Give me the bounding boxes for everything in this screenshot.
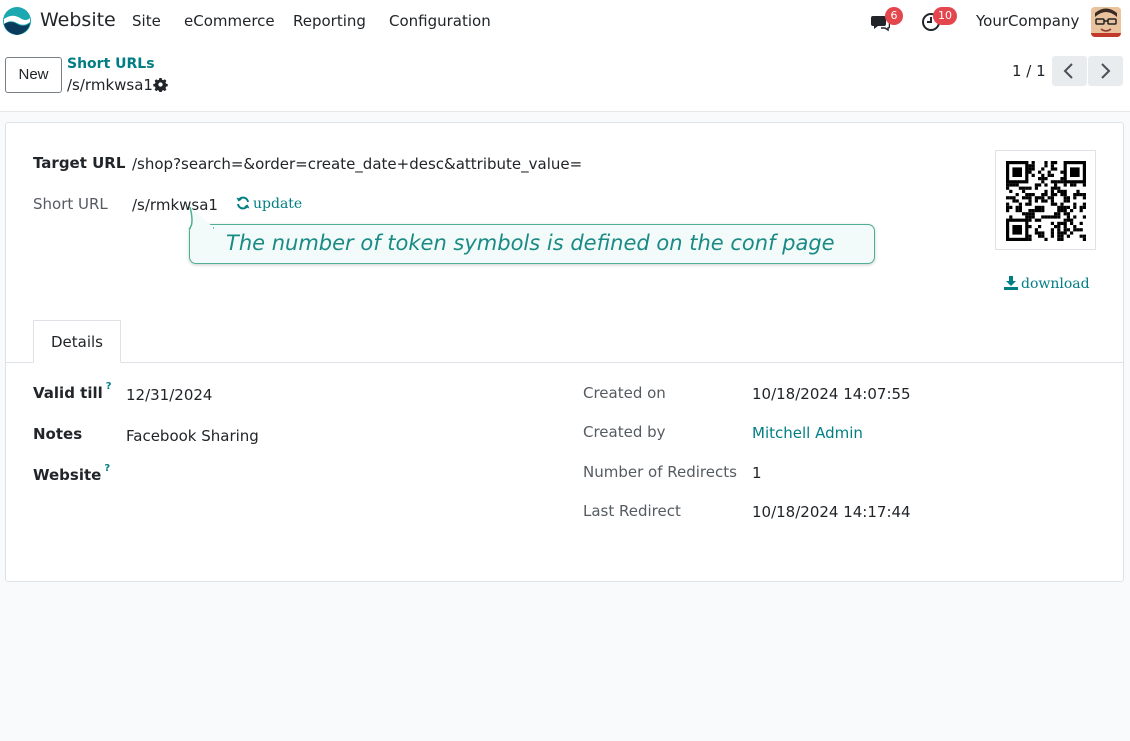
redirects-value: 1	[752, 464, 762, 482]
top-navbar: Website Site eCommerce Reporting Configu…	[0, 0, 1130, 42]
website-label: Website?	[33, 463, 110, 484]
pager-previous-button[interactable]	[1052, 56, 1087, 86]
short-url-label: Short URL	[33, 195, 108, 213]
created-by-label: Created by	[583, 423, 666, 441]
website-app-icon[interactable]	[2, 6, 32, 36]
valid-till-label-text: Valid till	[33, 384, 103, 402]
messages-badge: 6	[885, 7, 903, 25]
chevron-left-icon	[1063, 63, 1073, 79]
download-icon	[1004, 276, 1018, 290]
redirects-label: Number of Redirects	[583, 463, 737, 481]
activities-badge: 10	[933, 7, 957, 25]
user-avatar[interactable]	[1091, 7, 1121, 37]
notes-field[interactable]: Facebook Sharing	[126, 427, 259, 445]
tabs-divider	[6, 362, 1123, 363]
company-switcher[interactable]: YourCompany	[976, 12, 1079, 30]
update-link[interactable]: update	[236, 196, 302, 212]
menu-reporting[interactable]: Reporting	[293, 12, 366, 30]
last-redirect-label: Last Redirect	[583, 502, 681, 520]
form-sheet: Target URL /shop?search=&order=create_da…	[5, 122, 1124, 582]
tooltip-text: The number of token symbols is defined o…	[226, 231, 835, 255]
menu-site[interactable]: Site	[132, 12, 161, 30]
gear-icon[interactable]	[153, 77, 168, 92]
notes-label: Notes	[33, 425, 83, 443]
refresh-icon	[236, 196, 250, 210]
app-name[interactable]: Website	[40, 9, 116, 31]
tooltip-tail	[188, 207, 214, 229]
control-panel: New Short URLs /s/rmkwsa1 1 / 1	[0, 42, 1130, 112]
valid-till-label: Valid till?	[33, 381, 112, 402]
valid-till-help-icon[interactable]: ?	[106, 381, 112, 392]
valid-till-field[interactable]: 12/31/2024	[126, 386, 212, 404]
created-on-label: Created on	[583, 384, 666, 402]
website-label-text: Website	[33, 466, 102, 484]
new-button[interactable]: New	[5, 57, 62, 93]
chevron-right-icon	[1101, 63, 1111, 79]
target-url-field[interactable]: /shop?search=&order=create_date+desc&att…	[132, 155, 582, 173]
target-url-label: Target URL	[33, 154, 126, 172]
pager-value[interactable]: 1 / 1	[1012, 62, 1046, 80]
qr-code-image	[995, 150, 1096, 250]
tooltip-bubble: The number of token symbols is defined o…	[188, 207, 875, 264]
last-redirect-value: 10/18/2024 14:17:44	[752, 503, 911, 521]
pager-next-button[interactable]	[1088, 56, 1123, 86]
menu-ecommerce[interactable]: eCommerce	[184, 12, 275, 30]
website-help-icon[interactable]: ?	[104, 463, 110, 474]
download-label: download	[1021, 276, 1090, 292]
update-label: update	[253, 196, 303, 212]
qr-code-icon	[1006, 161, 1086, 241]
tab-details[interactable]: Details	[33, 320, 121, 363]
download-link[interactable]: download	[1004, 276, 1090, 292]
breadcrumb-short-urls[interactable]: Short URLs	[67, 56, 155, 72]
menu-configuration[interactable]: Configuration	[389, 12, 491, 30]
created-on-value: 10/18/2024 14:07:55	[752, 385, 911, 403]
breadcrumb-current-record: /s/rmkwsa1	[67, 76, 153, 94]
created-by-link[interactable]: Mitchell Admin	[752, 424, 863, 442]
